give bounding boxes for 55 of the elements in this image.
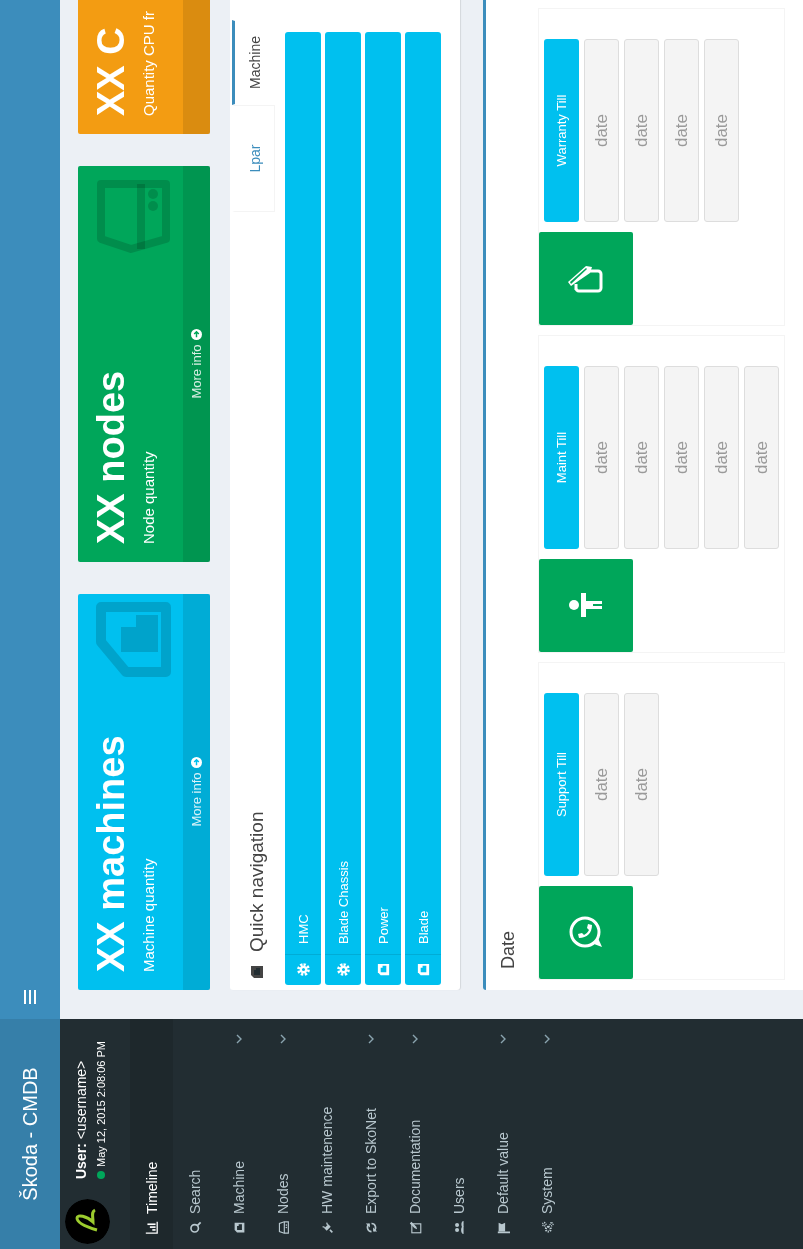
timestamp: May 12, 2015 2:08:06 PM (95, 1041, 107, 1167)
gear-icon (295, 962, 311, 978)
machine-icon (415, 962, 431, 978)
stat-label: Quantity CPU fr (140, 9, 157, 116)
arrow-circle-icon (191, 329, 202, 341)
avatar-icon (65, 1199, 110, 1244)
table-cell: date (664, 366, 699, 549)
section-title: Date (497, 929, 519, 971)
menu-icon (24, 990, 36, 1004)
table-cell: date (704, 366, 739, 549)
sidebar-item[interactable]: Timeline (130, 1019, 173, 1249)
sidebar-item[interactable]: Default value (481, 1019, 525, 1249)
column-header: Maint Till (544, 366, 579, 549)
edit-icon (408, 1221, 422, 1234)
sidebar-item[interactable]: Users (437, 1019, 481, 1249)
table-cell: date (584, 366, 619, 549)
flag-icon (496, 1221, 510, 1234)
table-cell: date (584, 39, 619, 222)
panel-title: Quick navigation (245, 811, 268, 952)
sidebar-item[interactable]: Machine (217, 1019, 261, 1249)
machine-icon (232, 1221, 246, 1234)
sidebar-item[interactable]: Search (173, 1019, 217, 1249)
column-header: Warranty Till (544, 39, 579, 222)
table-cell: date (624, 693, 659, 876)
machine-icon (248, 964, 265, 980)
sidebar-item[interactable]: Documentation (393, 1019, 437, 1249)
column-header: Support Till (544, 693, 579, 876)
drive-icon (276, 1221, 290, 1234)
refresh-icon (364, 1221, 378, 1234)
gears-icon (540, 1221, 554, 1234)
stat-label: Machine quantity (140, 857, 157, 972)
stat-value: XX C (89, 26, 133, 116)
plug-icon (320, 1221, 334, 1234)
search-icon (188, 1221, 202, 1234)
table-cell: date (584, 693, 619, 876)
table-cell: date (624, 39, 659, 222)
stat-label: Node quantity (140, 450, 157, 544)
stat-value: XX nodes (89, 369, 133, 544)
table-cell: date (624, 366, 659, 549)
app-logo[interactable]: Škoda - CMDB (0, 1019, 60, 1249)
table-cell: date (664, 39, 699, 222)
sidebar-item[interactable]: System (525, 1019, 569, 1249)
sidebar-item[interactable]: HW maintenence (305, 1019, 349, 1249)
gear-icon (335, 962, 351, 978)
tab[interactable]: Lpar (232, 105, 275, 212)
table-cell: date (744, 366, 779, 549)
users-icon (452, 1221, 466, 1234)
table-cell: date (704, 39, 739, 222)
bar-chart-icon (145, 1221, 158, 1234)
user-name: User: <username> (73, 1059, 89, 1179)
stat-value: XX machines (89, 734, 133, 972)
sidebar-item[interactable]: Nodes (261, 1019, 305, 1249)
sidebar-item[interactable]: Export to SkoNet (349, 1019, 393, 1249)
arrow-circle-icon (191, 757, 202, 769)
machine-icon (375, 962, 391, 978)
